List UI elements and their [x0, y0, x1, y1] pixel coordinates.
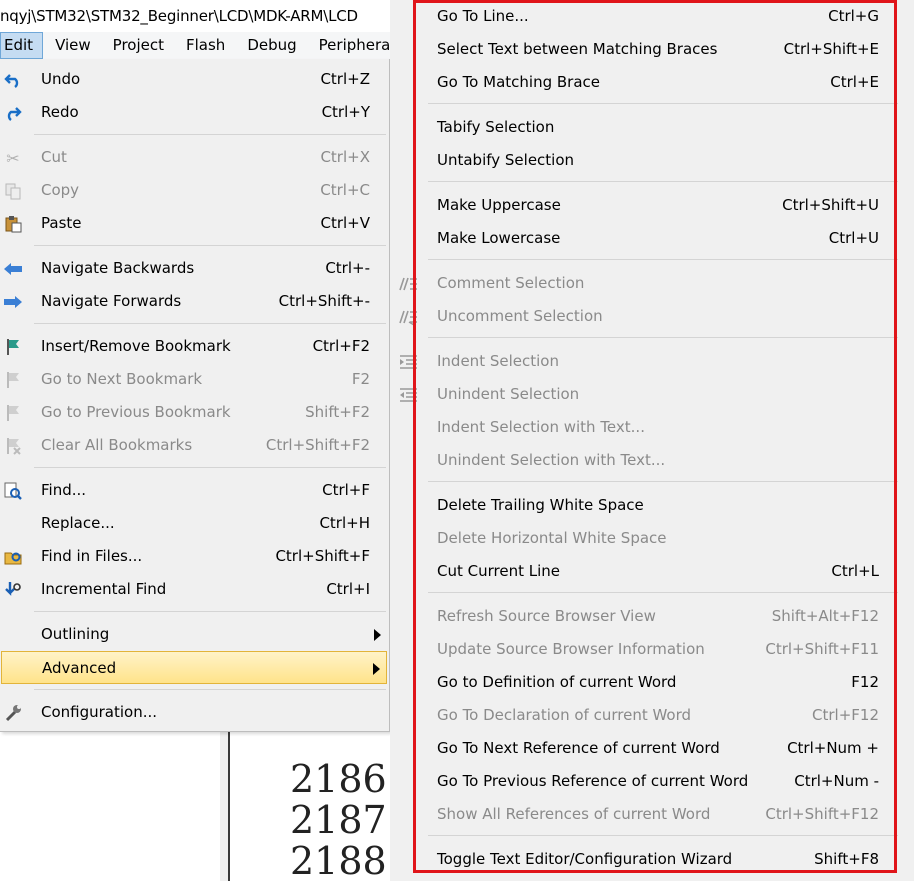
arrow-right-icon	[3, 292, 23, 312]
menu-project[interactable]: Project	[101, 32, 174, 59]
menu-edit[interactable]: Edit	[0, 32, 44, 59]
menu-view[interactable]: View	[43, 32, 101, 59]
editor-background: 2186 2187 2188	[220, 730, 390, 881]
menu-debug[interactable]: Debug	[235, 32, 306, 59]
window-title: nqyj\STM32\STM32_Beginner\LCD\MDK-ARM\LC…	[0, 0, 395, 32]
menu-item-incremental-find[interactable]: Incremental Find Ctrl+I	[0, 573, 389, 606]
edit-menu: Undo Ctrl+Z Redo Ctrl+Y ✂ Cut Ctrl+X Cop…	[0, 59, 390, 732]
menu-item-previous-bookmark[interactable]: Go to Previous Bookmark Shift+F2	[0, 396, 389, 429]
find-in-files-icon	[3, 547, 23, 567]
menu-item-redo[interactable]: Redo Ctrl+Y	[0, 96, 389, 129]
menu-item-undo[interactable]: Undo Ctrl+Z	[0, 63, 389, 96]
menu-flash[interactable]: Flash	[174, 32, 235, 59]
menu-item-configuration[interactable]: Configuration...	[0, 696, 389, 729]
bookmark-flag-icon	[3, 337, 23, 357]
menu-item-advanced[interactable]: Advanced	[1, 651, 387, 684]
menu-separator	[34, 134, 386, 135]
line-number: 2186	[290, 757, 387, 801]
menu-bar: Edit View Project Flash Debug Peripheral	[0, 32, 395, 60]
cut-icon: ✂	[6, 148, 20, 168]
menu-item-navigate-forwards[interactable]: Navigate Forwards Ctrl+Shift+-	[0, 285, 389, 318]
submenu-arrow-icon	[373, 663, 380, 675]
menu-separator	[34, 611, 386, 612]
clear-bookmarks-icon	[3, 436, 23, 456]
advanced-submenu: Go To Line... Ctrl+G Select Text between…	[390, 0, 914, 881]
undo-icon	[3, 70, 23, 90]
menu-item-replace[interactable]: Replace... Ctrl+H	[0, 507, 389, 540]
menu-item-outlining[interactable]: Outlining	[0, 618, 389, 651]
submenu-arrow-icon	[374, 629, 381, 641]
incremental-find-icon	[3, 580, 23, 600]
menu-separator	[34, 245, 386, 246]
menu-separator	[34, 323, 386, 324]
line-number-gutter: 2186 2187 2188	[228, 730, 390, 881]
menu-item-copy[interactable]: Copy Ctrl+C	[0, 174, 389, 207]
menu-item-find[interactable]: Find... Ctrl+F	[0, 474, 389, 507]
annotation-highlight-frame	[413, 0, 897, 873]
paste-icon	[3, 214, 23, 234]
line-number: 2188	[290, 839, 387, 883]
menu-separator	[34, 467, 386, 468]
menu-separator	[34, 689, 386, 690]
menu-item-insert-remove-bookmark[interactable]: Insert/Remove Bookmark Ctrl+F2	[0, 330, 389, 363]
redo-icon	[3, 103, 23, 123]
menu-item-find-in-files[interactable]: Find in Files... Ctrl+Shift+F	[0, 540, 389, 573]
menu-item-next-bookmark[interactable]: Go to Next Bookmark F2	[0, 363, 389, 396]
menu-item-navigate-backwards[interactable]: Navigate Backwards Ctrl+-	[0, 252, 389, 285]
next-bookmark-icon	[3, 370, 23, 390]
menu-peripherals[interactable]: Peripheral	[307, 32, 395, 59]
menu-item-cut[interactable]: ✂ Cut Ctrl+X	[0, 141, 389, 174]
wrench-icon	[3, 703, 23, 723]
menu-item-clear-bookmarks[interactable]: Clear All Bookmarks Ctrl+Shift+F2	[0, 429, 389, 462]
line-number: 2187	[290, 798, 387, 842]
find-icon	[3, 481, 23, 501]
menu-item-paste[interactable]: Paste Ctrl+V	[0, 207, 389, 240]
copy-icon	[3, 181, 23, 201]
arrow-left-icon	[3, 259, 23, 279]
previous-bookmark-icon	[3, 403, 23, 423]
